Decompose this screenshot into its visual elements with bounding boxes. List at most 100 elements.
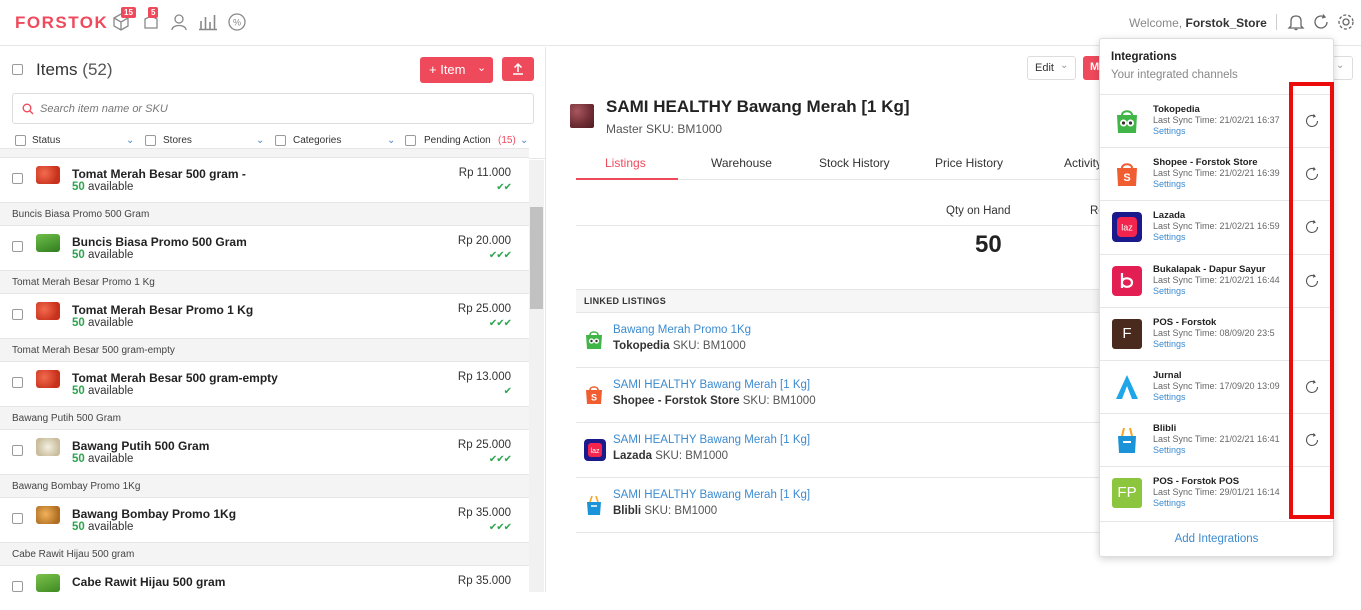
chevron-down-icon[interactable]: ⌄ — [126, 135, 134, 146]
item-row[interactable]: Bawang Putih 500 Gram 50 available Rp 25.0… — [0, 430, 529, 474]
integration-settings-link[interactable]: Settings — [1153, 392, 1186, 402]
select-all-checkbox[interactable] — [12, 64, 23, 75]
notification-icon[interactable]: 5 — [141, 7, 161, 32]
sync-icon[interactable] — [1311, 12, 1331, 32]
highlight-box — [1289, 82, 1334, 519]
blibli-icon — [1112, 425, 1142, 455]
chevron-down-icon[interactable]: ⌄ — [520, 135, 528, 146]
linked-listing-row: SAMI HEALTHY Bawang Merah [1 Kg] Blibli … — [576, 478, 1106, 533]
analytics-icon[interactable] — [198, 12, 218, 32]
status-filter-checkbox[interactable] — [15, 135, 26, 146]
item-thumbnail — [36, 574, 60, 592]
item-row[interactable]: Tomat Merah Besar 500 gram -50 available… — [0, 158, 529, 202]
item-name[interactable]: Bawang Putih 500 Gram — [72, 439, 209, 453]
item-row[interactable]: Tomat Merah Besar Promo 1 Kg 50 available… — [0, 294, 529, 338]
add-item-button[interactable]: + Item ⌄ — [420, 57, 493, 83]
item-name[interactable]: Tomat Merah Besar 500 gram - — [72, 167, 246, 181]
integration-settings-link[interactable]: Settings — [1153, 179, 1186, 189]
filter-status[interactable]: Status — [32, 135, 60, 146]
forstok-logo[interactable]: FORSTOK — [15, 13, 108, 33]
item-thumbnail — [36, 370, 60, 388]
product-title: SAMI HEALTHY Bawang Merah [1 Kg] — [606, 97, 910, 116]
tab-price-history[interactable]: Price History — [935, 156, 1003, 170]
integration-last-sync: Last Sync Time: 21/02/21 16:59 — [1153, 221, 1280, 232]
bell-icon[interactable] — [1286, 12, 1306, 32]
item-thumbnail — [36, 166, 60, 184]
item-row[interactable]: Tomat Merah Besar 500 gram-empty 50 avail… — [0, 362, 529, 406]
listing-link[interactable]: SAMI HEALTHY Bawang Merah [1 Kg] — [613, 434, 810, 446]
item-row[interactable]: Cabe Rawit Hijau 500 gram Rp 35.000 — [0, 566, 529, 610]
integration-settings-link[interactable]: Settings — [1153, 232, 1186, 242]
item-availability: 50 available — [72, 249, 134, 261]
item-name[interactable]: Bawang Bombay Promo 1Kg — [72, 507, 236, 521]
shopee-icon: S — [584, 384, 604, 406]
chevron-down-icon[interactable]: ⌄ — [256, 135, 264, 146]
integration-settings-link[interactable]: Settings — [1153, 498, 1186, 508]
user-icon[interactable] — [169, 12, 189, 32]
tab-listings[interactable]: Listings — [605, 156, 646, 170]
integration-last-sync: Last Sync Time: 21/02/21 16:41 — [1153, 434, 1280, 445]
svg-text:S: S — [1123, 172, 1130, 184]
categories-filter-checkbox[interactable] — [275, 135, 286, 146]
item-group-header: Bawang Bombay Promo 1Kg — [0, 474, 529, 498]
product-master-sku: Master SKU: BM1000 — [606, 122, 723, 136]
more-dropdown-toggle[interactable]: ⌄ — [1333, 56, 1353, 80]
filter-categories[interactable]: Categories — [293, 135, 341, 146]
integration-last-sync: Last Sync Time: 21/02/21 16:37 — [1153, 115, 1280, 125]
tab-activity[interactable]: Activity — [1064, 156, 1102, 170]
divider — [1276, 14, 1277, 30]
item-name[interactable]: Tomat Merah Besar Promo 1 Kg — [72, 303, 253, 317]
item-availability: 50 available — [72, 317, 134, 329]
item-name[interactable]: Buncis Biasa Promo 500 Gram — [72, 235, 247, 249]
item-checkbox[interactable] — [12, 581, 23, 592]
item-checkbox[interactable] — [12, 309, 23, 320]
pos-f-icon: F — [1112, 318, 1142, 349]
item-row[interactable]: Buncis Biasa Promo 500 Gram 50 available R… — [0, 226, 529, 270]
listing-link[interactable]: Bawang Merah Promo 1Kg — [613, 324, 751, 336]
item-checkbox[interactable] — [12, 377, 23, 388]
tokopedia-icon — [1112, 106, 1142, 136]
chevron-down-icon[interactable]: ⌄ — [387, 135, 395, 146]
search-input[interactable]: Search item name or SKU — [12, 93, 534, 124]
integration-settings-link[interactable]: Settings — [1153, 339, 1186, 349]
integration-name: POS - Forstok POS — [1153, 476, 1240, 488]
listing-link[interactable]: SAMI HEALTHY Bawang Merah [1 Kg] — [613, 379, 810, 391]
item-checkbox[interactable] — [12, 445, 23, 456]
item-name[interactable]: Tomat Merah Besar 500 gram-empty — [72, 371, 278, 385]
integration-name: POS - Forstok — [1153, 316, 1217, 328]
integration-last-sync: Last Sync Time: 08/09/20 23:5 — [1153, 327, 1275, 338]
filter-stores[interactable]: Stores — [163, 135, 192, 146]
item-row[interactable]: Bawang Bombay Promo 1Kg 50 available Rp 35… — [0, 498, 529, 542]
integration-settings-link[interactable]: Settings — [1153, 286, 1186, 296]
integration-settings-link[interactable]: Settings — [1153, 445, 1186, 455]
scrollbar-thumb[interactable] — [530, 207, 543, 309]
item-checkbox[interactable] — [12, 241, 23, 252]
tab-stock-history[interactable]: Stock History — [819, 156, 890, 170]
item-availability: 50 available — [72, 453, 134, 465]
chevron-down-icon: ⌄ — [1060, 60, 1069, 71]
blibli-icon — [584, 494, 604, 516]
item-thumbnail — [36, 302, 60, 320]
add-integrations-link[interactable]: Add Integrations — [1100, 521, 1333, 557]
item-checkbox[interactable] — [12, 513, 23, 524]
gear-icon[interactable] — [1336, 12, 1356, 32]
listing-link[interactable]: SAMI HEALTHY Bawang Merah [1 Kg] — [613, 489, 810, 501]
integration-name: Shopee - Forstok Store — [1153, 157, 1258, 169]
item-name[interactable]: Cabe Rawit Hijau 500 gram — [72, 575, 225, 589]
export-button[interactable] — [502, 57, 534, 81]
tab-warehouse[interactable]: Warehouse — [711, 156, 772, 170]
integration-settings-link[interactable]: Settings — [1153, 126, 1186, 136]
svg-text:S: S — [591, 393, 597, 403]
pending-count: (15) — [498, 135, 516, 146]
pending-filter-checkbox[interactable] — [405, 135, 416, 146]
promotion-icon[interactable]: % — [227, 12, 247, 32]
divider — [576, 225, 1106, 226]
svg-text:laz: laz — [591, 448, 600, 455]
orders-icon[interactable]: 15 — [111, 7, 136, 32]
item-checkbox[interactable] — [12, 173, 23, 184]
bukalapak-icon — [1112, 265, 1142, 296]
filter-pending-action[interactable]: Pending Action — [424, 135, 491, 146]
edit-button[interactable]: Edit ⌄ — [1027, 56, 1076, 80]
stores-filter-checkbox[interactable] — [145, 135, 156, 146]
svg-text:%: % — [233, 18, 241, 28]
